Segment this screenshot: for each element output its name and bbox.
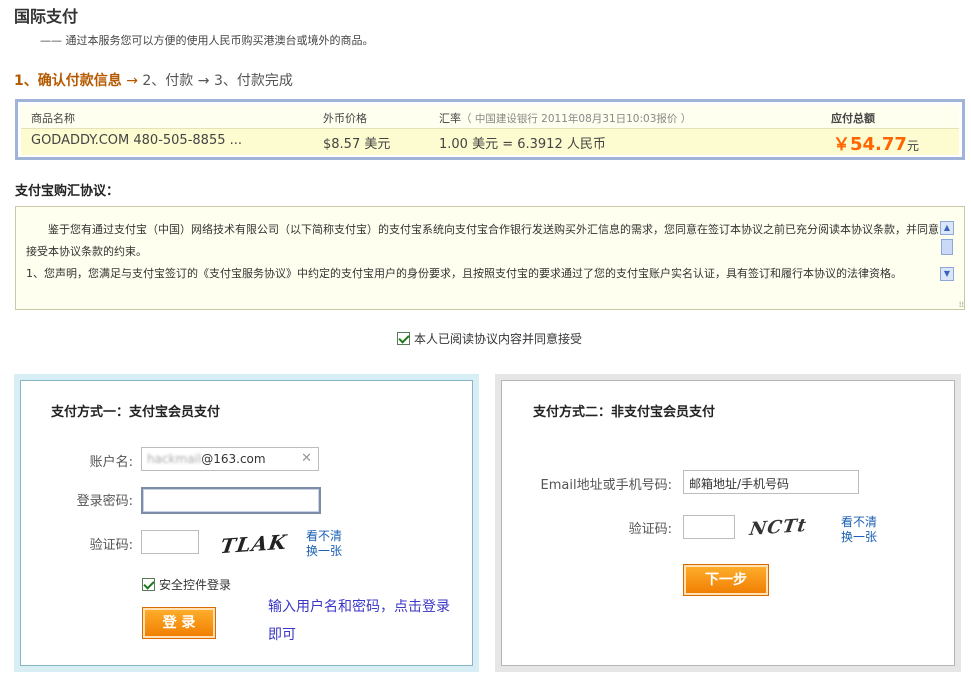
step-current: 1、确认付款信息 (14, 73, 122, 89)
account-label: 账户名: (89, 455, 133, 470)
agreement-textbox[interactable]: 鉴于您有通过支付宝（中国）网络技术有限公司（以下简称支付宝）的支付宝系统向支付宝… (15, 206, 965, 310)
guest-captcha-input[interactable] (683, 515, 735, 539)
header-foreign-price: 外币价格 (323, 112, 367, 125)
total-value: 54.77 (850, 134, 907, 155)
agreement-paragraph: 1、您声明，您满足与支付宝签订的《支付宝服务协议》中约定的支付宝用户的身份要求，… (26, 267, 902, 280)
guest-captcha-label: 验证码: (628, 522, 672, 537)
step-indicator: 1、确认付款信息 → 2、付款 → 3、付款完成 (14, 70, 293, 90)
agreement-title: 支付宝购汇协议： (15, 184, 120, 199)
member-pay-inner: 支付方式一：支付宝会员支付 账户名: hackmail@163.com ✕ 登录… (20, 380, 473, 666)
secure-login-label: 安全控件登录 (159, 578, 232, 592)
refresh-line: 看不清 (841, 515, 878, 529)
hint-line: 输入用户名和密码，点击登录 (268, 599, 450, 615)
login-hint: 输入用户名和密码，点击登录 即可 (268, 593, 450, 649)
step-arrow-icon: → (197, 73, 210, 89)
email-label: Email地址或手机号码: (540, 478, 672, 493)
account-input[interactable]: hackmail@163.com ✕ (141, 447, 319, 471)
clear-icon[interactable]: ✕ (301, 451, 312, 466)
header-product: 商品名称 (31, 112, 75, 125)
refresh-line: 看不清 (306, 529, 343, 543)
refresh-line: 换一张 (841, 530, 878, 544)
page-title: 国际支付 (14, 7, 79, 26)
page-subtitle: —— 通过本服务您可以方便的使用人民币购买港澳台或境外的商品。 (40, 34, 374, 47)
accept-label: 本人已阅读协议内容并同意接受 (414, 332, 583, 346)
member-pay-title: 支付方式一：支付宝会员支付 (51, 405, 221, 420)
password-label: 登录密码: (76, 494, 133, 509)
guest-pay-panel: 支付方式二：非支付宝会员支付 Email地址或手机号码: 邮箱地址/手机号码 验… (495, 374, 961, 672)
guest-refresh-captcha-link[interactable]: 看不清 换一张 (841, 515, 877, 545)
login-button[interactable]: 登 录 (142, 607, 216, 639)
member-pay-panel: 支付方式一：支付宝会员支付 账户名: hackmail@163.com ✕ 登录… (14, 374, 479, 672)
agreement-text: 鉴于您有通过支付宝（中国）网络技术有限公司（以下简称支付宝）的支付宝系统向支付宝… (26, 219, 939, 285)
refresh-captcha-link[interactable]: 看不清 换一张 (306, 529, 342, 559)
guest-pay-title: 支付方式二：非支付宝会员支付 (533, 405, 716, 420)
captcha-input[interactable] (141, 530, 199, 554)
resize-grip-icon[interactable]: ⁞⁞ (959, 300, 964, 309)
guest-pay-inner: 支付方式二：非支付宝会员支付 Email地址或手机号码: 邮箱地址/手机号码 验… (501, 380, 955, 666)
step-arrow-icon: → (126, 73, 138, 89)
product-name: GODADDY.COM 480-505-8855 ... (31, 133, 243, 148)
total-unit: 元 (906, 139, 919, 153)
guest-captcha-image[interactable]: NCTt (748, 515, 808, 540)
yuan-icon: ￥ (833, 135, 850, 155)
accept-checkbox[interactable] (397, 332, 410, 345)
total-amount: ￥54.77元 (833, 130, 919, 155)
order-row: GODADDY.COM 480-505-8855 ... $8.57 美元 1.… (21, 129, 959, 155)
secure-login-checkbox[interactable] (142, 578, 155, 591)
step-complete: 3、付款完成 (213, 73, 293, 89)
agreement-paragraph: 鉴于您有通过支付宝（中国）网络技术有限公司（以下简称支付宝）的支付宝系统向支付宝… (26, 223, 939, 258)
password-input[interactable] (141, 487, 321, 514)
scroll-thumb[interactable] (941, 239, 953, 255)
scroll-down-icon[interactable]: ▼ (940, 267, 954, 281)
secure-login-option[interactable]: 安全控件登录 (142, 576, 231, 593)
account-domain: @163.com (201, 452, 266, 466)
captcha-label: 验证码: (89, 538, 133, 553)
header-total: 应付总额 (831, 112, 875, 125)
account-name-masked: hackmail (147, 452, 202, 466)
exchange-rate: 1.00 美元 = 6.3912 人民币 (439, 137, 606, 152)
hint-line: 即可 (268, 627, 296, 643)
step-payment: 2、付款 (142, 73, 194, 89)
scroll-up-icon[interactable]: ▲ (940, 221, 954, 235)
order-table-header: 商品名称 外币价格 汇率（ 中国建设银行 2011年08月31日10:03报价 … (21, 105, 959, 129)
refresh-line: 换一张 (306, 544, 343, 558)
agreement-scrollbar[interactable]: ▲ ▼ (940, 221, 954, 301)
header-exchange-rate: 汇率（ 中国建设银行 2011年08月31日10:03报价 ） (439, 110, 691, 126)
captcha-image[interactable]: TLAK (219, 530, 289, 559)
accept-agreement[interactable]: 本人已阅读协议内容并同意接受 (397, 330, 582, 347)
foreign-price: $8.57 美元 (323, 137, 391, 152)
next-step-button[interactable]: 下一步 (683, 564, 769, 596)
rate-source-note: （ 中国建设银行 2011年08月31日10:03报价 ） (461, 113, 692, 125)
email-input[interactable]: 邮箱地址/手机号码 (683, 470, 859, 494)
order-summary-table: 商品名称 外币价格 汇率（ 中国建设银行 2011年08月31日10:03报价 … (15, 99, 965, 160)
rate-label: 汇率 (439, 112, 461, 125)
